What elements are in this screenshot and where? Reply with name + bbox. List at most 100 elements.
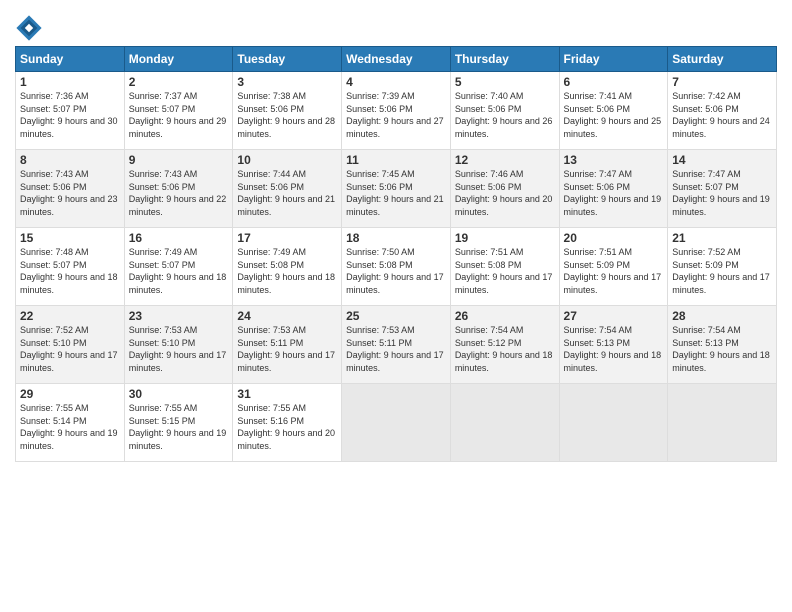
day-number: 26 <box>455 309 555 323</box>
day-info: Sunrise: 7:51 AMSunset: 5:08 PMDaylight:… <box>455 247 553 295</box>
calendar-week-row: 8 Sunrise: 7:43 AMSunset: 5:06 PMDayligh… <box>16 150 777 228</box>
day-info: Sunrise: 7:43 AMSunset: 5:06 PMDaylight:… <box>20 169 118 217</box>
calendar-week-row: 22 Sunrise: 7:52 AMSunset: 5:10 PMDaylig… <box>16 306 777 384</box>
day-info: Sunrise: 7:37 AMSunset: 5:07 PMDaylight:… <box>129 91 227 139</box>
day-info: Sunrise: 7:53 AMSunset: 5:11 PMDaylight:… <box>237 325 335 373</box>
day-info: Sunrise: 7:41 AMSunset: 5:06 PMDaylight:… <box>564 91 662 139</box>
day-number: 28 <box>672 309 772 323</box>
day-number: 6 <box>564 75 664 89</box>
day-number: 16 <box>129 231 229 245</box>
calendar-day-cell: 6 Sunrise: 7:41 AMSunset: 5:06 PMDayligh… <box>559 72 668 150</box>
day-number: 24 <box>237 309 337 323</box>
day-info: Sunrise: 7:38 AMSunset: 5:06 PMDaylight:… <box>237 91 335 139</box>
day-info: Sunrise: 7:44 AMSunset: 5:06 PMDaylight:… <box>237 169 335 217</box>
calendar-week-row: 29 Sunrise: 7:55 AMSunset: 5:14 PMDaylig… <box>16 384 777 462</box>
calendar-day-cell: 17 Sunrise: 7:49 AMSunset: 5:08 PMDaylig… <box>233 228 342 306</box>
calendar-day-cell: 23 Sunrise: 7:53 AMSunset: 5:10 PMDaylig… <box>124 306 233 384</box>
day-number: 21 <box>672 231 772 245</box>
day-number: 9 <box>129 153 229 167</box>
day-number: 23 <box>129 309 229 323</box>
header-day-tuesday: Tuesday <box>233 47 342 72</box>
calendar-day-cell: 21 Sunrise: 7:52 AMSunset: 5:09 PMDaylig… <box>668 228 777 306</box>
day-info: Sunrise: 7:51 AMSunset: 5:09 PMDaylight:… <box>564 247 662 295</box>
day-info: Sunrise: 7:49 AMSunset: 5:08 PMDaylight:… <box>237 247 335 295</box>
day-info: Sunrise: 7:54 AMSunset: 5:13 PMDaylight:… <box>672 325 770 373</box>
day-info: Sunrise: 7:36 AMSunset: 5:07 PMDaylight:… <box>20 91 118 139</box>
header-day-monday: Monday <box>124 47 233 72</box>
calendar-week-row: 1 Sunrise: 7:36 AMSunset: 5:07 PMDayligh… <box>16 72 777 150</box>
calendar-day-cell: 24 Sunrise: 7:53 AMSunset: 5:11 PMDaylig… <box>233 306 342 384</box>
calendar-day-cell: 14 Sunrise: 7:47 AMSunset: 5:07 PMDaylig… <box>668 150 777 228</box>
header <box>15 10 777 42</box>
calendar-day-cell: 5 Sunrise: 7:40 AMSunset: 5:06 PMDayligh… <box>450 72 559 150</box>
day-info: Sunrise: 7:45 AMSunset: 5:06 PMDaylight:… <box>346 169 444 217</box>
day-number: 19 <box>455 231 555 245</box>
calendar-day-cell: 18 Sunrise: 7:50 AMSunset: 5:08 PMDaylig… <box>342 228 451 306</box>
calendar-day-cell <box>668 384 777 462</box>
day-number: 11 <box>346 153 446 167</box>
calendar-table: SundayMondayTuesdayWednesdayThursdayFrid… <box>15 46 777 462</box>
day-number: 22 <box>20 309 120 323</box>
day-info: Sunrise: 7:42 AMSunset: 5:06 PMDaylight:… <box>672 91 770 139</box>
day-number: 4 <box>346 75 446 89</box>
logo-icon <box>15 14 43 42</box>
calendar-day-cell: 9 Sunrise: 7:43 AMSunset: 5:06 PMDayligh… <box>124 150 233 228</box>
day-info: Sunrise: 7:55 AMSunset: 5:14 PMDaylight:… <box>20 403 118 451</box>
day-number: 10 <box>237 153 337 167</box>
calendar-day-cell: 4 Sunrise: 7:39 AMSunset: 5:06 PMDayligh… <box>342 72 451 150</box>
header-day-wednesday: Wednesday <box>342 47 451 72</box>
day-info: Sunrise: 7:50 AMSunset: 5:08 PMDaylight:… <box>346 247 444 295</box>
calendar-day-cell: 7 Sunrise: 7:42 AMSunset: 5:06 PMDayligh… <box>668 72 777 150</box>
calendar-day-cell: 20 Sunrise: 7:51 AMSunset: 5:09 PMDaylig… <box>559 228 668 306</box>
day-info: Sunrise: 7:53 AMSunset: 5:10 PMDaylight:… <box>129 325 227 373</box>
day-number: 17 <box>237 231 337 245</box>
day-info: Sunrise: 7:48 AMSunset: 5:07 PMDaylight:… <box>20 247 118 295</box>
day-number: 8 <box>20 153 120 167</box>
calendar-day-cell: 16 Sunrise: 7:49 AMSunset: 5:07 PMDaylig… <box>124 228 233 306</box>
calendar-day-cell: 25 Sunrise: 7:53 AMSunset: 5:11 PMDaylig… <box>342 306 451 384</box>
day-info: Sunrise: 7:40 AMSunset: 5:06 PMDaylight:… <box>455 91 553 139</box>
header-day-saturday: Saturday <box>668 47 777 72</box>
page-container: SundayMondayTuesdayWednesdayThursdayFrid… <box>0 0 792 467</box>
day-number: 18 <box>346 231 446 245</box>
calendar-day-cell: 29 Sunrise: 7:55 AMSunset: 5:14 PMDaylig… <box>16 384 125 462</box>
calendar-day-cell <box>450 384 559 462</box>
day-number: 30 <box>129 387 229 401</box>
calendar-header-row: SundayMondayTuesdayWednesdayThursdayFrid… <box>16 47 777 72</box>
day-number: 1 <box>20 75 120 89</box>
day-info: Sunrise: 7:55 AMSunset: 5:15 PMDaylight:… <box>129 403 227 451</box>
day-number: 12 <box>455 153 555 167</box>
day-number: 7 <box>672 75 772 89</box>
day-info: Sunrise: 7:39 AMSunset: 5:06 PMDaylight:… <box>346 91 444 139</box>
calendar-day-cell <box>342 384 451 462</box>
header-day-thursday: Thursday <box>450 47 559 72</box>
calendar-day-cell: 30 Sunrise: 7:55 AMSunset: 5:15 PMDaylig… <box>124 384 233 462</box>
calendar-day-cell: 1 Sunrise: 7:36 AMSunset: 5:07 PMDayligh… <box>16 72 125 150</box>
calendar-day-cell: 31 Sunrise: 7:55 AMSunset: 5:16 PMDaylig… <box>233 384 342 462</box>
calendar-day-cell: 22 Sunrise: 7:52 AMSunset: 5:10 PMDaylig… <box>16 306 125 384</box>
day-info: Sunrise: 7:52 AMSunset: 5:10 PMDaylight:… <box>20 325 118 373</box>
day-number: 5 <box>455 75 555 89</box>
day-info: Sunrise: 7:47 AMSunset: 5:07 PMDaylight:… <box>672 169 770 217</box>
logo <box>15 14 45 42</box>
header-day-sunday: Sunday <box>16 47 125 72</box>
calendar-day-cell: 13 Sunrise: 7:47 AMSunset: 5:06 PMDaylig… <box>559 150 668 228</box>
calendar-day-cell: 11 Sunrise: 7:45 AMSunset: 5:06 PMDaylig… <box>342 150 451 228</box>
calendar-day-cell: 8 Sunrise: 7:43 AMSunset: 5:06 PMDayligh… <box>16 150 125 228</box>
day-number: 14 <box>672 153 772 167</box>
calendar-day-cell: 19 Sunrise: 7:51 AMSunset: 5:08 PMDaylig… <box>450 228 559 306</box>
day-number: 15 <box>20 231 120 245</box>
day-number: 20 <box>564 231 664 245</box>
calendar-day-cell: 3 Sunrise: 7:38 AMSunset: 5:06 PMDayligh… <box>233 72 342 150</box>
day-info: Sunrise: 7:54 AMSunset: 5:13 PMDaylight:… <box>564 325 662 373</box>
calendar-day-cell: 26 Sunrise: 7:54 AMSunset: 5:12 PMDaylig… <box>450 306 559 384</box>
day-info: Sunrise: 7:52 AMSunset: 5:09 PMDaylight:… <box>672 247 770 295</box>
calendar-day-cell: 15 Sunrise: 7:48 AMSunset: 5:07 PMDaylig… <box>16 228 125 306</box>
day-info: Sunrise: 7:53 AMSunset: 5:11 PMDaylight:… <box>346 325 444 373</box>
calendar-day-cell: 28 Sunrise: 7:54 AMSunset: 5:13 PMDaylig… <box>668 306 777 384</box>
calendar-day-cell: 27 Sunrise: 7:54 AMSunset: 5:13 PMDaylig… <box>559 306 668 384</box>
day-number: 2 <box>129 75 229 89</box>
day-info: Sunrise: 7:54 AMSunset: 5:12 PMDaylight:… <box>455 325 553 373</box>
day-number: 31 <box>237 387 337 401</box>
calendar-day-cell <box>559 384 668 462</box>
